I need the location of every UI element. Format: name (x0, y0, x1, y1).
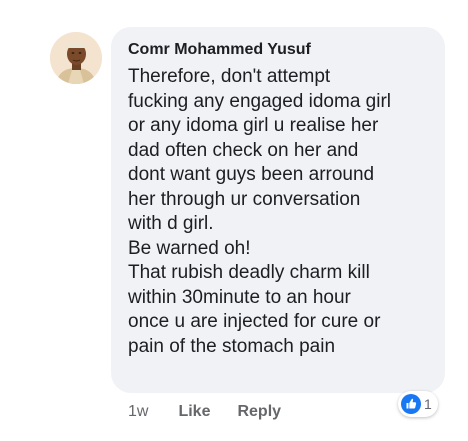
comment-text-line: her through ur conversation (128, 188, 361, 210)
thumbs-up-icon (401, 394, 421, 414)
reaction-count: 1 (424, 396, 432, 412)
comment-text-line: That rubish deadly charm kill (128, 262, 370, 283)
comment-timestamp[interactable]: 1w (128, 403, 148, 421)
like-button[interactable]: Like (178, 403, 210, 421)
comment-text-line: within 30minute to an hour (128, 286, 351, 308)
reply-button[interactable]: Reply (237, 403, 281, 421)
comment-text-line: fucking any engaged idoma girl (128, 90, 392, 112)
comment-text-line: dad often check on her and (128, 139, 359, 161)
comment-text-line: or any idoma girl u realise her (128, 115, 379, 136)
comment-bubble: Comr Mohammed Yusuf Therefore, don't att… (111, 27, 445, 393)
avatar[interactable] (50, 32, 102, 84)
comment-text-line: once u are injected for cure or (128, 311, 381, 332)
reaction-summary[interactable]: 1 (398, 391, 438, 417)
comment-text-line: Therefore, don't attempt (128, 66, 331, 87)
comment-text-line: dont want guys been arround (128, 164, 375, 185)
comment-text-line: with d girl. (128, 213, 214, 234)
avatar-photo (50, 32, 102, 84)
comment-actions: 1w Like Reply (128, 400, 308, 424)
comment: Comr Mohammed Yusuf Therefore, don't att… (0, 0, 468, 441)
comment-author-name[interactable]: Comr Mohammed Yusuf (128, 39, 431, 61)
comment-text-line: pain of the stomach pain (128, 335, 336, 357)
comment-text-line: Be warned oh! (128, 237, 251, 259)
